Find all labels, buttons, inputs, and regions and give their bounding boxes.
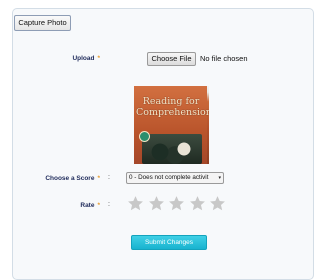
- rate-colon: :: [108, 201, 110, 208]
- choose-file-button[interactable]: Choose File: [147, 52, 196, 66]
- rating-stars[interactable]: [127, 195, 230, 213]
- capture-photo-button[interactable]: Capture Photo: [14, 15, 71, 31]
- book-cover-title: Reading for Comprehension: [136, 96, 209, 118]
- rate-required-mark: *: [97, 202, 100, 209]
- rate-label: Rate *: [50, 202, 100, 209]
- book-cover: Reading for Comprehension: [134, 86, 209, 164]
- star-icon[interactable]: [127, 195, 144, 212]
- uploaded-photo-preview: Reading for Comprehension: [134, 86, 209, 164]
- book-cover-logo: [139, 131, 150, 142]
- score-label: Choose a Score *: [30, 175, 100, 182]
- upload-required-mark: *: [97, 55, 100, 62]
- book-cover-photo: [142, 134, 202, 164]
- score-selected-value: 0 - Does not complete activit: [129, 174, 209, 181]
- rate-label-text: Rate: [80, 202, 95, 209]
- chevron-down-icon: ▾: [218, 175, 221, 181]
- submit-changes-button[interactable]: Submit Changes: [131, 235, 207, 250]
- cover-title-line2: Comprehension: [136, 107, 209, 118]
- upload-label-text: Upload: [72, 55, 95, 62]
- star-icon[interactable]: [148, 195, 165, 212]
- cover-title-line1: Reading for: [142, 96, 200, 107]
- upload-label: Upload *: [50, 55, 100, 62]
- score-required-mark: *: [97, 175, 100, 182]
- star-icon[interactable]: [209, 195, 226, 212]
- score-colon: :: [108, 174, 110, 181]
- star-icon[interactable]: [168, 195, 185, 212]
- score-label-text: Choose a Score: [45, 175, 95, 182]
- file-status-text: No file chosen: [200, 54, 248, 63]
- score-select[interactable]: 0 - Does not complete activit ▾: [126, 172, 224, 184]
- star-icon[interactable]: [189, 195, 206, 212]
